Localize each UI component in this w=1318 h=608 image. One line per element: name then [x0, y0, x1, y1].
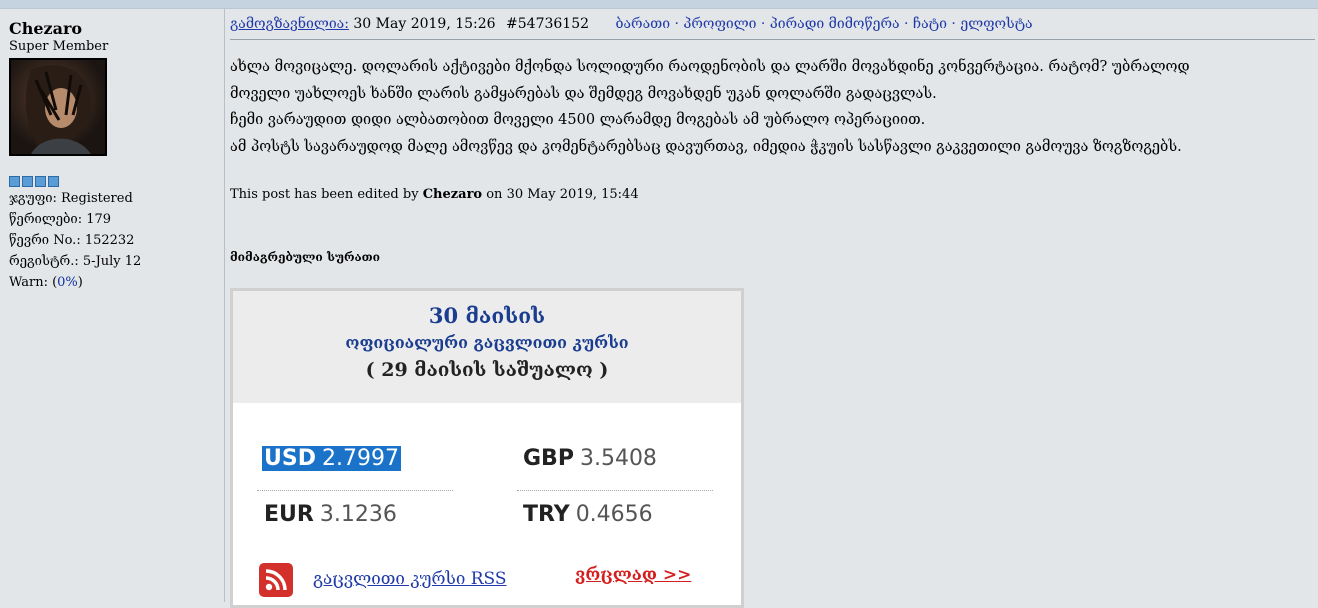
- rate-usd: USD 2.7997: [262, 446, 401, 471]
- author-panel: Chezaro Super Member ჯგუფი: Registered წ…: [0, 9, 225, 602]
- rate-gbp: GBP 3.5408: [523, 446, 657, 471]
- post-header: გამოგზავნილია: 30 May 2019, 15:26 #54736…: [230, 9, 1315, 40]
- user-avatar-icon[interactable]: [9, 58, 107, 156]
- rank-pip-icon: [9, 176, 20, 187]
- post-date: 30 May 2019, 15:26: [353, 16, 496, 32]
- author-group: ჯგუფი: Registered: [9, 191, 133, 206]
- rates-header: 30 მაისის ოფიციალური გაცვლითი კურსი ( 29…: [233, 291, 741, 403]
- edited-note: This post has been edited by Chezaro on …: [230, 182, 1318, 209]
- post-row: Chezaro Super Member ჯგუფი: Registered წ…: [0, 9, 1318, 608]
- rate-code: TRY: [523, 502, 570, 527]
- post-line-3: ჩემი ვარაუდით დიდი ალბათობით მოველი 4500…: [230, 112, 926, 128]
- post-content: გამოგზავნილია: 30 May 2019, 15:26 #54736…: [225, 9, 1318, 608]
- sent-label-link[interactable]: გამოგზავნილია:: [230, 16, 349, 32]
- author-name[interactable]: Chezaro: [9, 19, 218, 39]
- author-action-links[interactable]: ბარათი · პროფილი · პირადი მიმოწერა · ჩატ…: [615, 16, 1032, 32]
- rates-average: ( 29 მაისის საშუალო ): [365, 359, 609, 381]
- rate-eur: EUR 3.1236: [264, 502, 397, 527]
- divider: [517, 490, 713, 491]
- divider: [257, 490, 453, 491]
- warn-label: Warn: (: [9, 275, 58, 290]
- attached-image[interactable]: 30 მაისის ოფიციალური გაცვლითი კურსი ( 29…: [230, 288, 744, 608]
- author-warn: Warn: (0%): [9, 272, 218, 293]
- rss-icon[interactable]: [259, 563, 293, 597]
- edited-suffix: on 30 May 2019, 15:44: [486, 187, 639, 202]
- rate-code: EUR: [264, 502, 314, 527]
- post-line-2: მოველი უახლოეს ხანში ლარის გამყარებას და…: [230, 85, 937, 102]
- rank-pip-icon: [48, 176, 59, 187]
- rank-pip-icon: [22, 176, 33, 187]
- warn-close: ): [77, 275, 83, 290]
- rate-value: 3.5408: [579, 446, 657, 471]
- rss-link[interactable]: გაცვლითი კურსი RSS: [313, 569, 507, 589]
- rate-code: GBP: [523, 446, 574, 471]
- rank-pip-icon: [35, 176, 46, 187]
- rate-try: TRY 0.4656: [523, 502, 653, 527]
- rates-date: 30 მაისის: [428, 303, 546, 328]
- rate-value: 0.4656: [575, 502, 653, 527]
- top-bar: [0, 0, 1318, 9]
- detail-link[interactable]: ვრცლად >>: [575, 565, 691, 585]
- warn-value[interactable]: 0%: [57, 275, 78, 290]
- post-line-1: ახლა მოვიცალე. დოლარის აქტივები მქონდა ს…: [230, 59, 1190, 75]
- edited-prefix: This post has been edited by: [230, 187, 419, 202]
- attached-image-label: მიმაგრებული სურათი: [230, 249, 380, 264]
- post-body: ახლა მოვიცალე. დოლარის აქტივები მქონდა ს…: [230, 40, 1318, 270]
- rank-pips: [9, 176, 218, 188]
- author-registered: რეგისტრ.: 5-July 12: [9, 254, 142, 269]
- edited-by: Chezaro: [422, 187, 483, 202]
- rate-value: 3.1236: [319, 502, 397, 527]
- rate-code: USD: [264, 446, 316, 471]
- author-member-no: წევრი No.: 152232: [9, 233, 135, 248]
- author-posts: წერილები: 179: [9, 212, 112, 227]
- post-line-4: ამ პოსტს სავარაუდოდ მალე ამოვწევ და კომე…: [230, 138, 1182, 155]
- rates-subtitle: ოფიციალური გაცვლითი კურსი: [345, 333, 629, 352]
- author-rank: Super Member: [9, 39, 109, 54]
- rate-value: 2.7997: [321, 446, 399, 471]
- post-id[interactable]: #54736152: [506, 16, 589, 32]
